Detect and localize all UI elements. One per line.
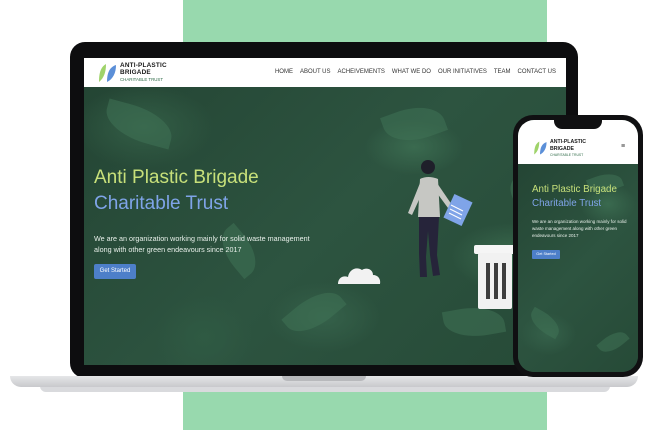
leaf-decoration [596,326,630,358]
hero-title-line1: Anti Plastic Brigade [94,167,259,188]
get-started-button[interactable]: Get Started [94,264,136,279]
mobile-brand-name-line2[interactable]: BRIGADE [550,146,574,152]
hero-section: Anti Plastic Brigade Charitable Trust We… [84,87,566,365]
brand-tagline: CHARITABLE TRUST [120,77,164,82]
leaf-decoration [525,306,565,340]
mobile-hero-title-line2: Charitable Trust [532,198,602,209]
leaf-logo-icon[interactable] [532,140,548,156]
laptop-opening-notch [282,376,366,381]
mobile-get-started-button[interactable]: Get Started [532,250,560,259]
site-navbar: ANTI-PLASTIC BRIGADE CHARITABLE TRUST HO… [84,58,566,87]
hamburger-menu-icon[interactable]: ≡ [621,143,625,150]
phone-screen: ANTI-PLASTIC BRIGADE CHARITABLE TRUST ≡ … [518,120,638,372]
trash-bin-stripe [486,263,490,299]
hero-title-line2: Charitable Trust [94,193,229,214]
nav-item-what-we-do[interactable]: WHAT WE DO [392,69,431,75]
cloud-illustration [338,268,381,284]
leaf-decoration [100,98,178,150]
trash-bin-stripe [494,263,498,299]
laptop-screen: ANTI-PLASTIC BRIGADE CHARITABLE TRUST HO… [84,58,566,365]
brand-name-line2[interactable]: BRIGADE [120,69,151,76]
brand-name-line1[interactable]: ANTI-PLASTIC [120,62,167,69]
nav-menu: HOME ABOUT US ACHEIVEMENTS WHAT WE DO OU… [275,69,556,75]
phone-notch [554,120,602,129]
trash-bin-stripe [502,263,506,299]
mobile-hero-section [518,164,638,372]
hero-description: We are an organization working mainly fo… [94,234,310,254]
nav-item-contact-us[interactable]: CONTACT US [518,69,556,75]
leaf-decoration [379,97,449,151]
mobile-hero-title-line1: Anti Plastic Brigade [532,184,617,195]
mobile-brand-name-line1[interactable]: ANTI-PLASTIC [550,139,586,145]
leaf-logo-icon[interactable] [96,62,118,84]
nav-item-achievements[interactable]: ACHEIVEMENTS [338,69,385,75]
person-illustration [408,160,473,277]
leaf-decoration [281,281,347,343]
nav-item-our-initiatives[interactable]: OUR INITIATIVES [438,69,487,75]
nav-item-team[interactable]: TEAM [494,69,511,75]
mobile-brand-tagline: CHARITABLE TRUST [550,153,584,157]
nav-item-home[interactable]: HOME [275,69,293,75]
nav-item-about-us[interactable]: ABOUT US [300,69,331,75]
mobile-hero-description: We are an organization working mainly fo… [532,219,627,238]
